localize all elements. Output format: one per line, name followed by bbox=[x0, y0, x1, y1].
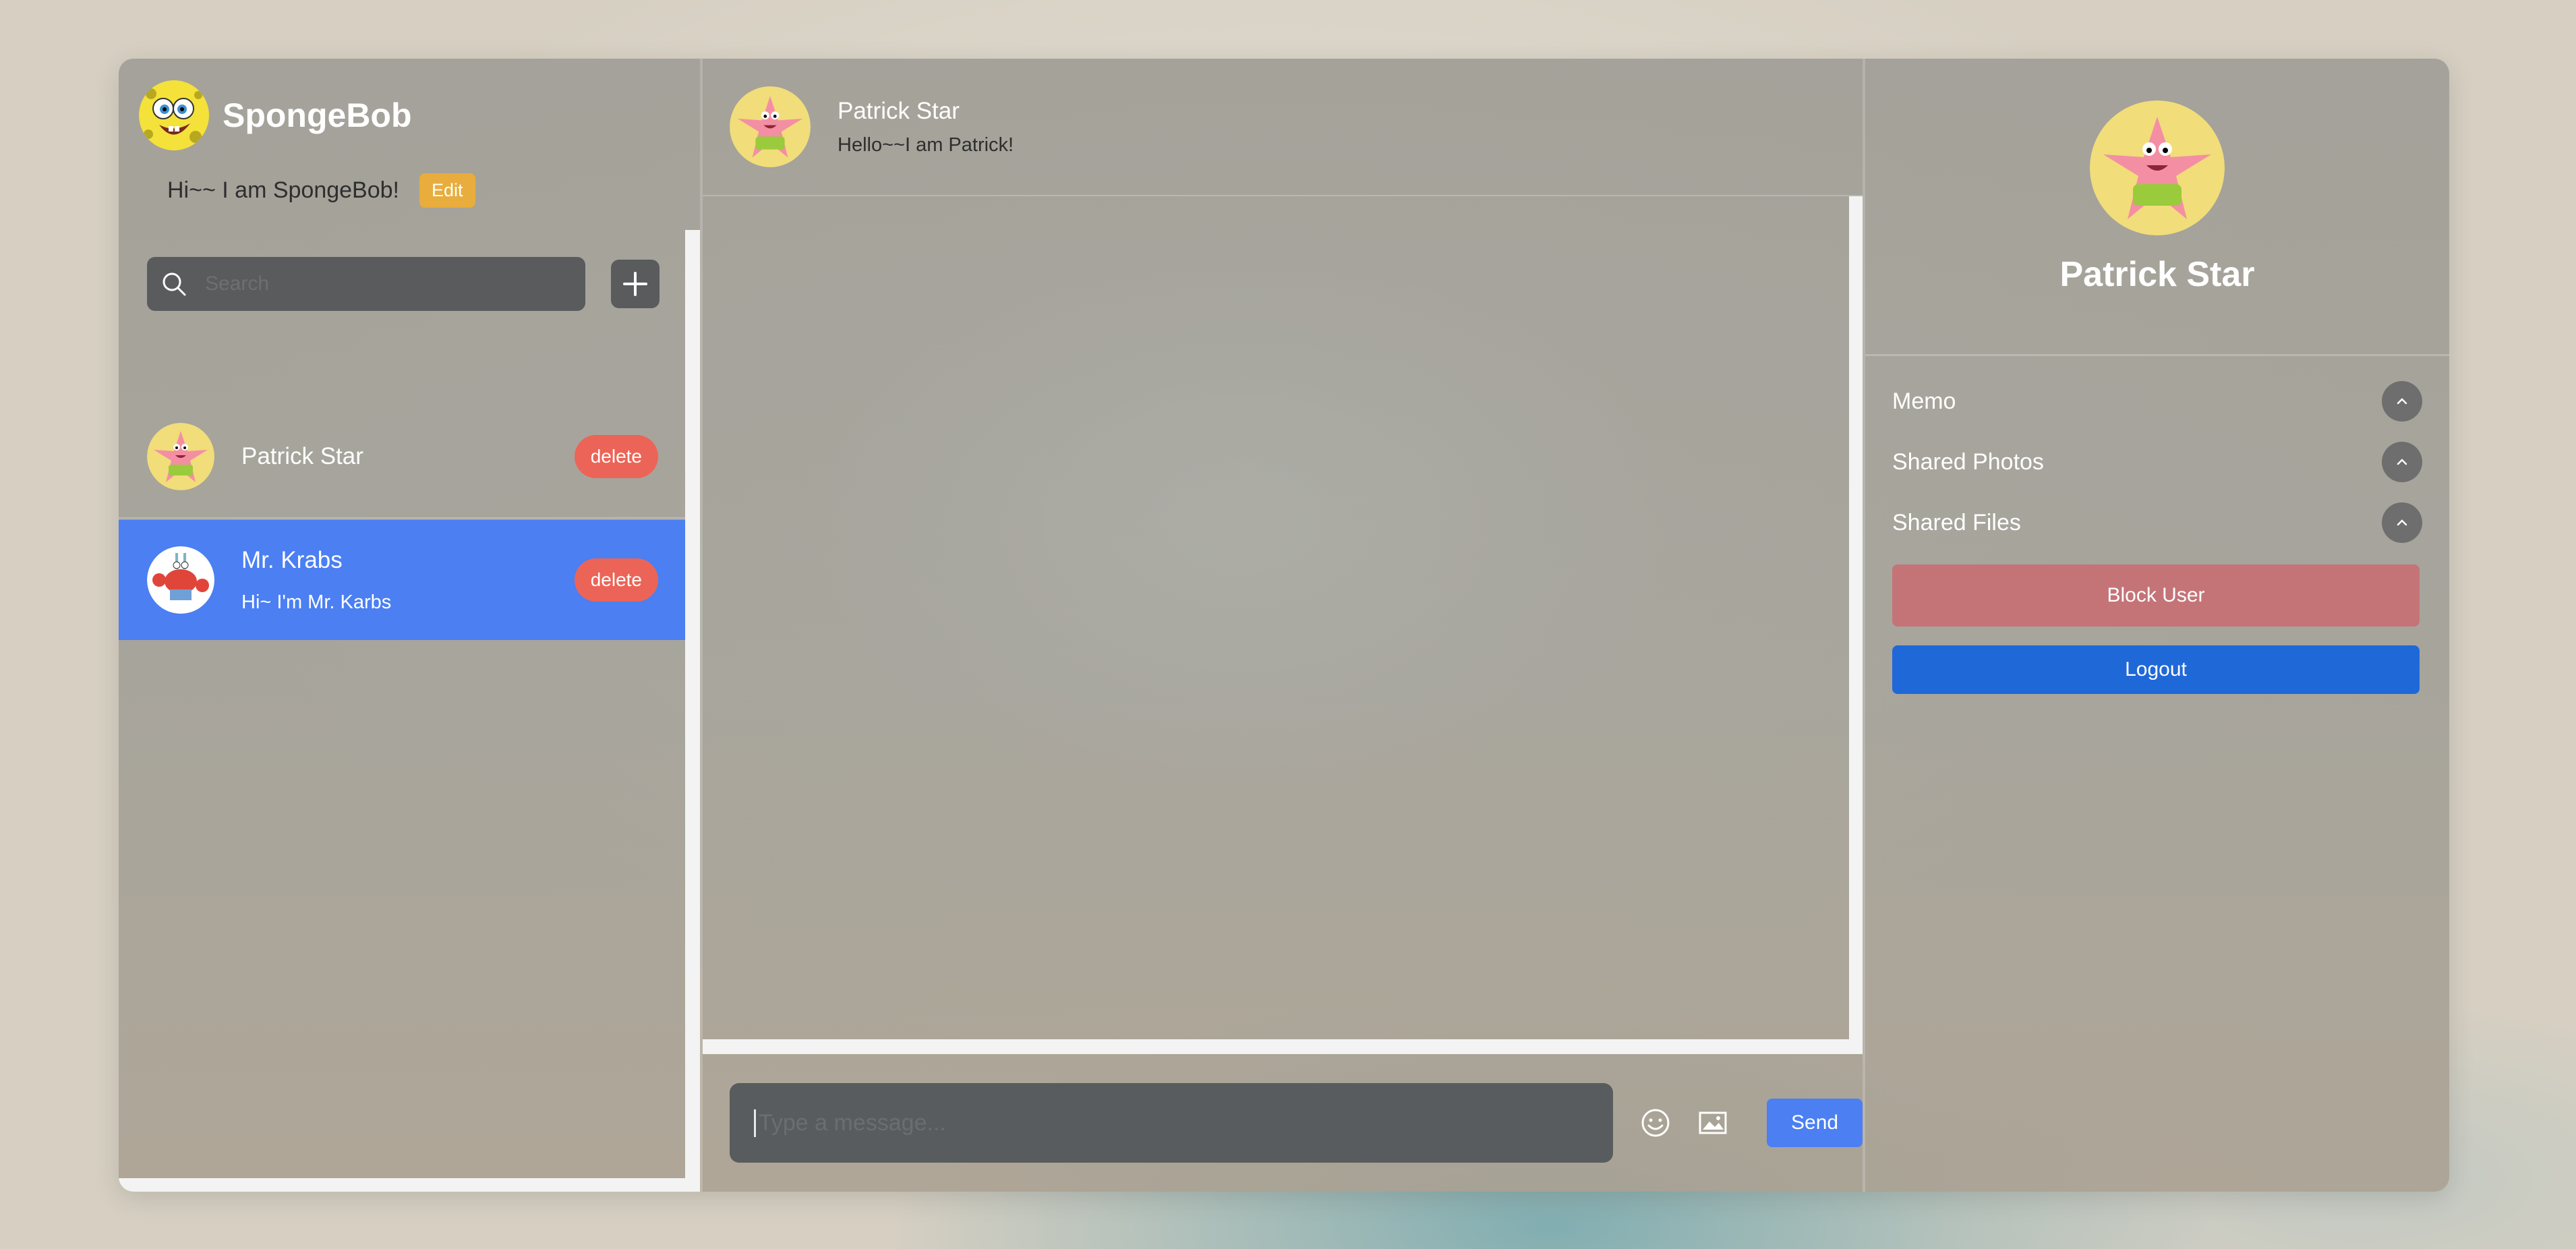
contact-item-patrick-star[interactable]: Patrick Star delete bbox=[119, 396, 685, 519]
chevron-up-icon[interactable] bbox=[2382, 442, 2422, 482]
logout-button[interactable]: Logout bbox=[1892, 645, 2420, 694]
chat-partner-avatar[interactable] bbox=[730, 86, 811, 167]
patrick-star-avatar bbox=[147, 423, 214, 490]
contacts-panel: SpongeBob Hi~~ I am SpongeBob! Edit Sear… bbox=[119, 59, 685, 1192]
chat-partner-name: Patrick Star bbox=[838, 97, 960, 124]
chat-app-window: SpongeBob Hi~~ I am SpongeBob! Edit Sear… bbox=[119, 59, 2449, 1192]
delete-contact-button[interactable]: delete bbox=[574, 558, 658, 602]
block-user-button[interactable]: Block User bbox=[1892, 564, 2420, 627]
profile-avatar bbox=[2090, 100, 2225, 235]
contacts-horizontal-scrollbar[interactable] bbox=[119, 1178, 700, 1192]
contact-name: Patrick Star bbox=[241, 443, 363, 469]
message-list-horizontal-scrollbar[interactable] bbox=[703, 1039, 1863, 1054]
spongebob-avatar[interactable] bbox=[139, 80, 209, 150]
contacts-scrollbar[interactable] bbox=[685, 230, 700, 1181]
message-input-box[interactable] bbox=[730, 1083, 1614, 1163]
chat-header: Patrick Star Hello~~I am Patrick! bbox=[703, 59, 1863, 196]
details-panel: Patrick Star Memo Shared Photos Shared F… bbox=[1865, 59, 2449, 1192]
contact-text: Mr. Krabs Hi~ I'm Mr. Karbs bbox=[241, 547, 575, 614]
contact-text: Patrick Star bbox=[241, 443, 575, 470]
section-shared-files[interactable]: Shared Files bbox=[1892, 502, 2422, 543]
section-memo[interactable]: Memo bbox=[1892, 381, 2422, 422]
edit-status-button[interactable]: Edit bbox=[419, 173, 475, 208]
chat-header-text: Patrick Star Hello~~I am Patrick! bbox=[838, 98, 1014, 156]
chat-panel: Patrick Star Hello~~I am Patrick! Send bbox=[703, 59, 1863, 1192]
message-list-scrollbar[interactable] bbox=[1849, 196, 1863, 1054]
current-user-name: SpongeBob bbox=[223, 96, 412, 134]
search-icon bbox=[163, 272, 186, 296]
message-list[interactable] bbox=[703, 196, 1849, 1039]
profile-card: Patrick Star bbox=[1865, 59, 2449, 356]
section-label: Memo bbox=[1892, 388, 1956, 414]
chat-partner-status: Hello~~I am Patrick! bbox=[838, 134, 1014, 156]
delete-contact-button[interactable]: delete bbox=[574, 435, 658, 478]
image-icon[interactable] bbox=[1698, 1109, 1728, 1136]
mr-krabs-avatar bbox=[147, 546, 214, 614]
message-input[interactable] bbox=[754, 1109, 1596, 1137]
emoji-icon[interactable] bbox=[1640, 1107, 1671, 1138]
section-label: Shared Files bbox=[1892, 509, 2021, 535]
message-composer: Send bbox=[703, 1054, 1863, 1192]
profile-name: Patrick Star bbox=[2059, 255, 2255, 294]
plus-icon bbox=[623, 272, 647, 296]
current-user-status-row: Hi~~ I am SpongeBob! Edit bbox=[167, 173, 475, 208]
current-user-status: Hi~~ I am SpongeBob! bbox=[167, 177, 400, 203]
section-label: Shared Photos bbox=[1892, 448, 2044, 475]
contact-name: Mr. Krabs bbox=[241, 546, 343, 573]
send-button[interactable]: Send bbox=[1767, 1099, 1863, 1147]
section-shared-photos[interactable]: Shared Photos bbox=[1892, 442, 2422, 482]
chevron-up-icon[interactable] bbox=[2382, 502, 2422, 543]
search-field[interactable] bbox=[147, 257, 585, 311]
add-contact-button[interactable] bbox=[611, 260, 660, 308]
contact-last-message: Hi~ I'm Mr. Karbs bbox=[241, 591, 392, 613]
current-user-header: SpongeBob bbox=[139, 80, 412, 150]
contact-item-mr-krabs[interactable]: Mr. Krabs Hi~ I'm Mr. Karbs delete bbox=[119, 520, 685, 640]
search-input[interactable] bbox=[204, 272, 544, 296]
chevron-up-icon[interactable] bbox=[2382, 381, 2422, 422]
